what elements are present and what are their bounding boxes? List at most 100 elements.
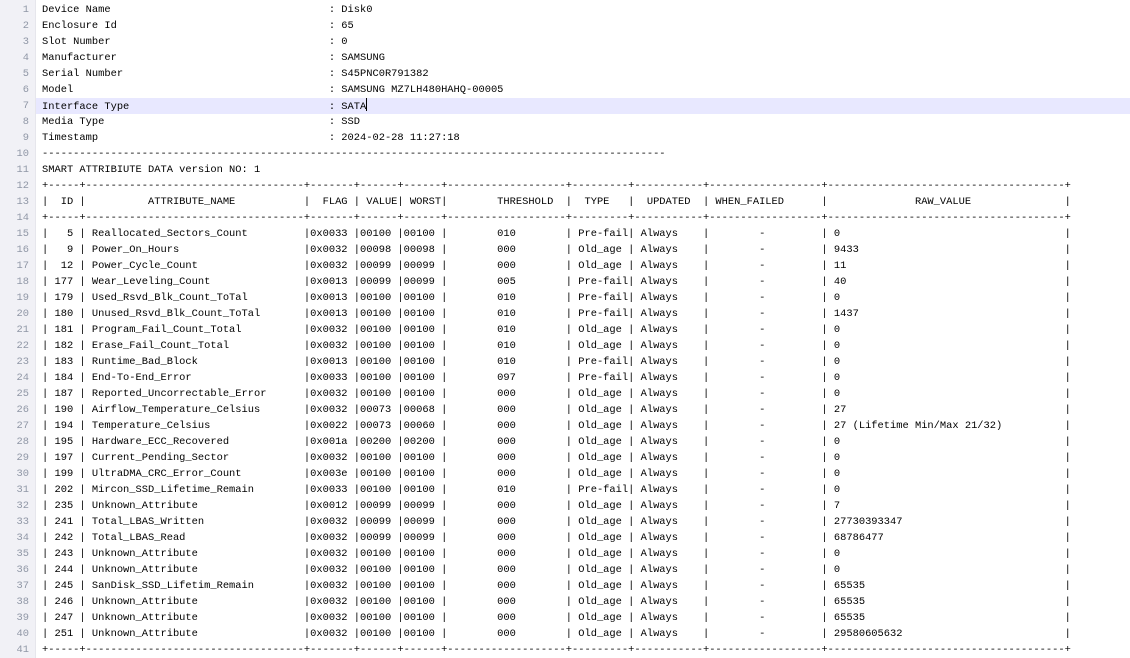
editor-line[interactable]: +-----+---------------------------------…: [36, 642, 1130, 658]
editor-line[interactable]: +-----+---------------------------------…: [36, 210, 1130, 226]
line-number: 26: [0, 402, 29, 418]
line-number: 11: [0, 162, 29, 178]
line-number: 13: [0, 194, 29, 210]
line-text: | 247 | Unknown_Attribute |0x0032 |00100…: [42, 612, 1071, 624]
line-text: | 182 | Erase_Fail_Count_Total |0x0032 |…: [42, 340, 1071, 352]
editor-line[interactable]: | 12 | Power_Cycle_Count |0x0032 |00099 …: [36, 258, 1130, 274]
editor-line[interactable]: | 181 | Program_Fail_Count_Total |0x0032…: [36, 322, 1130, 338]
line-text: | 197 | Current_Pending_Sector |0x0032 |…: [42, 452, 1071, 464]
line-number: 33: [0, 514, 29, 530]
line-text: | 245 | SanDisk_SSD_Lifetim_Remain |0x00…: [42, 580, 1071, 592]
line-text: | 195 | Hardware_ECC_Recovered |0x001a |…: [42, 436, 1071, 448]
line-number: 24: [0, 370, 29, 386]
editor-line[interactable]: | 202 | Mircon_SSD_Lifetime_Remain |0x00…: [36, 482, 1130, 498]
line-text: | 177 | Wear_Leveling_Count |0x0013 |000…: [42, 276, 1071, 288]
line-number: 9: [0, 130, 29, 146]
line-text: +-----+---------------------------------…: [42, 212, 1071, 224]
line-text: Model : SAMSUNG MZ7LH480HAHQ-00005: [42, 84, 503, 96]
line-number: 23: [0, 354, 29, 370]
line-number: 10: [0, 146, 29, 162]
line-number: 31: [0, 482, 29, 498]
line-text: | 202 | Mircon_SSD_Lifetime_Remain |0x00…: [42, 484, 1071, 496]
line-number: 7: [0, 98, 29, 114]
editor-line[interactable]: | 194 | Temperature_Celsius |0x0022 |000…: [36, 418, 1130, 434]
editor-line[interactable]: ----------------------------------------…: [36, 146, 1130, 162]
line-number: 41: [0, 642, 29, 658]
line-text: ----------------------------------------…: [42, 148, 666, 160]
editor-line[interactable]: | 197 | Current_Pending_Sector |0x0032 |…: [36, 450, 1130, 466]
line-number: 25: [0, 386, 29, 402]
line-number: 36: [0, 562, 29, 578]
editor-line[interactable]: | 182 | Erase_Fail_Count_Total |0x0032 |…: [36, 338, 1130, 354]
line-number: 37: [0, 578, 29, 594]
line-number: 38: [0, 594, 29, 610]
editor-line[interactable]: Enclosure Id : 65: [36, 18, 1130, 34]
line-text: | 190 | Airflow_Temperature_Celsius |0x0…: [42, 404, 1071, 416]
editor-line[interactable]: | 243 | Unknown_Attribute |0x0032 |00100…: [36, 546, 1130, 562]
line-text: | 181 | Program_Fail_Count_Total |0x0032…: [42, 324, 1071, 336]
line-text: Enclosure Id : 65: [42, 20, 354, 32]
editor-line[interactable]: | 235 | Unknown_Attribute |0x0012 |00099…: [36, 498, 1130, 514]
editor-line[interactable]: Media Type : SSD: [36, 114, 1130, 130]
editor-line[interactable]: | 245 | SanDisk_SSD_Lifetim_Remain |0x00…: [36, 578, 1130, 594]
editor-line[interactable]: +-----+---------------------------------…: [36, 178, 1130, 194]
editor-line[interactable]: Model : SAMSUNG MZ7LH480HAHQ-00005: [36, 82, 1130, 98]
editor-line[interactable]: | 5 | Reallocated_Sectors_Count |0x0033 …: [36, 226, 1130, 242]
editor-line[interactable]: Device Name : Disk0: [36, 2, 1130, 18]
editor-line[interactable]: | 241 | Total_LBAS_Written |0x0032 |0009…: [36, 514, 1130, 530]
editor-line[interactable]: Serial Number : S45PNC0R791382: [36, 66, 1130, 82]
editor-line[interactable]: SMART ATTRIBIUTE DATA version NO: 1: [36, 162, 1130, 178]
line-number: 28: [0, 434, 29, 450]
line-number: 39: [0, 610, 29, 626]
current-line[interactable]: Interface Type : SATA: [36, 98, 1130, 114]
editor-line[interactable]: | 195 | Hardware_ECC_Recovered |0x001a |…: [36, 434, 1130, 450]
line-number: 8: [0, 114, 29, 130]
editor-line[interactable]: Manufacturer : SAMSUNG: [36, 50, 1130, 66]
editor-line[interactable]: | 244 | Unknown_Attribute |0x0032 |00100…: [36, 562, 1130, 578]
editor-line[interactable]: | ID | ATTRIBUTE_NAME | FLAG | VALUE| WO…: [36, 194, 1130, 210]
line-text: +-----+---------------------------------…: [42, 180, 1071, 192]
line-number: 3: [0, 34, 29, 50]
editor-line[interactable]: | 199 | UltraDMA_CRC_Error_Count |0x003e…: [36, 466, 1130, 482]
editor-line[interactable]: | 183 | Runtime_Bad_Block |0x0013 |00100…: [36, 354, 1130, 370]
line-text: | 242 | Total_LBAS_Read |0x0032 |00099 |…: [42, 532, 1071, 544]
line-number: 34: [0, 530, 29, 546]
editor-line[interactable]: | 247 | Unknown_Attribute |0x0032 |00100…: [36, 610, 1130, 626]
editor-line[interactable]: | 190 | Airflow_Temperature_Celsius |0x0…: [36, 402, 1130, 418]
line-number: 40: [0, 626, 29, 642]
editor-line[interactable]: | 179 | Used_Rsvd_Blk_Count_ToTal |0x001…: [36, 290, 1130, 306]
editor-line[interactable]: | 246 | Unknown_Attribute |0x0032 |00100…: [36, 594, 1130, 610]
line-number: 18: [0, 274, 29, 290]
line-number: 35: [0, 546, 29, 562]
line-text: | 184 | End-To-End_Error |0x0033 |00100 …: [42, 372, 1071, 384]
line-number: 5: [0, 66, 29, 82]
line-text: Manufacturer : SAMSUNG: [42, 52, 385, 64]
editor-line[interactable]: Timestamp : 2024-02-28 11:27:18: [36, 130, 1130, 146]
editor-line[interactable]: | 177 | Wear_Leveling_Count |0x0013 |000…: [36, 274, 1130, 290]
editor-line[interactable]: | 251 | Unknown_Attribute |0x0032 |00100…: [36, 626, 1130, 642]
editor-line[interactable]: Slot Number : 0: [36, 34, 1130, 50]
line-text: | 12 | Power_Cycle_Count |0x0032 |00099 …: [42, 260, 1071, 272]
line-number: 29: [0, 450, 29, 466]
line-text: | 235 | Unknown_Attribute |0x0012 |00099…: [42, 500, 1071, 512]
line-text: | 246 | Unknown_Attribute |0x0032 |00100…: [42, 596, 1071, 608]
line-text: | 180 | Unused_Rsvd_Blk_Count_ToTal |0x0…: [42, 308, 1071, 320]
line-text: +-----+---------------------------------…: [42, 644, 1071, 656]
line-text: | 251 | Unknown_Attribute |0x0032 |00100…: [42, 628, 1071, 640]
line-number: 19: [0, 290, 29, 306]
line-text: Media Type : SSD: [42, 116, 360, 128]
editor-line[interactable]: | 184 | End-To-End_Error |0x0033 |00100 …: [36, 370, 1130, 386]
editor-line[interactable]: | 242 | Total_LBAS_Read |0x0032 |00099 |…: [36, 530, 1130, 546]
line-text: | 183 | Runtime_Bad_Block |0x0013 |00100…: [42, 356, 1071, 368]
text-cursor: [366, 98, 367, 111]
line-text: | 5 | Reallocated_Sectors_Count |0x0033 …: [42, 228, 1071, 240]
editor-text-area[interactable]: Device Name : Disk0 Enclosure Id : 65 Slot…: [36, 0, 1130, 658]
editor-line[interactable]: | 9 | Power_On_Hours |0x0032 |00098 |000…: [36, 242, 1130, 258]
line-text: | 241 | Total_LBAS_Written |0x0032 |0009…: [42, 516, 1071, 528]
editor-line[interactable]: | 187 | Reported_Uncorrectable_Error |0x…: [36, 386, 1130, 402]
line-text: Device Name : Disk0: [42, 4, 372, 16]
line-number: 27: [0, 418, 29, 434]
editor-line[interactable]: | 180 | Unused_Rsvd_Blk_Count_ToTal |0x0…: [36, 306, 1130, 322]
line-text: | 9 | Power_On_Hours |0x0032 |00098 |000…: [42, 244, 1071, 256]
line-number: 12: [0, 178, 29, 194]
